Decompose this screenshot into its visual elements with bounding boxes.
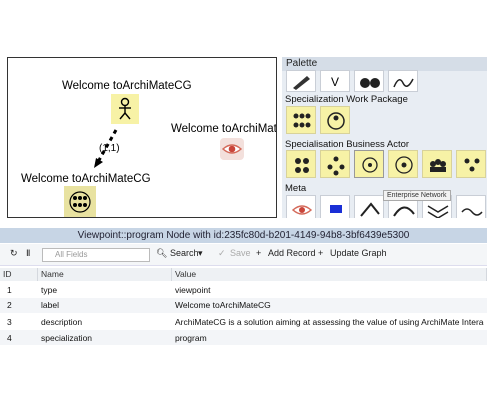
search-dropdown-icon[interactable]: ▾ — [198, 248, 203, 259]
row-name: description — [41, 317, 83, 327]
palette-section-meta: Meta — [285, 183, 307, 194]
palette-tile-meta-eye[interactable] — [286, 195, 316, 218]
circle-a-icon — [395, 156, 413, 174]
palette-tile-actor-2[interactable] — [320, 150, 350, 178]
actors-icon — [295, 158, 309, 173]
row-id: 1 — [7, 285, 12, 295]
palette-tile-meta-arrow[interactable] — [354, 195, 384, 218]
wave-icon — [461, 208, 483, 216]
eye-icon — [221, 144, 243, 154]
app-frame: Welcome toArchiMateCG (1,1) Welcome toAr… — [0, 0, 493, 407]
network-node[interactable] — [64, 186, 96, 217]
palette-tooltip: Enterprise Network — [383, 190, 451, 201]
palette-tile-binoculars[interactable] — [354, 70, 384, 92]
add-record-button[interactable]: Add Record — [268, 248, 316, 258]
search-placeholder: All Fields — [55, 250, 88, 259]
group-people-icon — [293, 113, 311, 128]
hierarchy-icon — [327, 156, 345, 176]
update-graph-button[interactable]: Update Graph — [330, 248, 387, 258]
team-icon — [327, 112, 345, 130]
row-value[interactable]: Welcome toArchiMateCG — [172, 299, 484, 312]
blue-rect-icon — [330, 205, 342, 213]
network-icon — [362, 157, 378, 173]
arrow-icon — [360, 202, 380, 217]
column-header-name[interactable]: Name — [38, 268, 172, 281]
grid-title: Viewpoint::program Node with id:235fc80d… — [0, 228, 487, 243]
palette-tile-work-package-team[interactable] — [320, 106, 350, 134]
actor-node[interactable] — [111, 94, 139, 124]
save-button[interactable]: Save — [230, 248, 251, 258]
enterprise-network-icon — [69, 191, 91, 213]
meta-eye-icon — [291, 205, 313, 215]
palette-section-business-actor: Specialisation Business Actor — [285, 139, 410, 150]
palette-tile-signature[interactable] — [388, 70, 418, 92]
save-check-icon: ✓ — [218, 248, 226, 258]
search-input[interactable]: All Fields — [42, 248, 150, 262]
palette-tile-actor-4[interactable] — [388, 150, 418, 178]
signature-icon — [393, 78, 414, 88]
column-header-value[interactable]: Value — [172, 268, 487, 281]
row-value[interactable]: viewpoint — [172, 284, 484, 297]
svg-text:V: V — [331, 75, 339, 89]
diagram-canvas[interactable]: Welcome toArchiMateCG (1,1) Welcome toAr… — [7, 57, 277, 218]
palette-tile-actor-1[interactable] — [286, 150, 316, 178]
row-value[interactable]: program — [172, 332, 484, 345]
node-title-network: Welcome toArchiMateCG — [21, 173, 151, 185]
viewpoint-node[interactable] — [220, 138, 244, 160]
team-group-icon — [464, 158, 480, 172]
palette-tile-meta-wave[interactable] — [456, 195, 486, 218]
node-title-viewpoint: Welcome toArchiMateCG — [171, 123, 277, 135]
columns-icon[interactable]: Ⅱ — [26, 248, 30, 259]
value-v-icon: V — [331, 75, 339, 89]
row-name: label — [41, 300, 59, 310]
search-button[interactable]: Search — [170, 248, 199, 258]
search-icon[interactable]: 🔍︎ — [156, 248, 167, 259]
palette-tile-actor-6[interactable] — [456, 150, 486, 178]
row-name: specialization — [41, 333, 93, 343]
refresh-icon[interactable]: ↻ — [10, 248, 18, 259]
actor-icon — [119, 97, 131, 120]
row-id: 4 — [7, 333, 12, 343]
palette-section-work-package: Specialization Work Package — [285, 94, 408, 105]
row-value[interactable]: ArchiMateCG is a solution aiming at asse… — [172, 316, 484, 329]
palette-tile-meta-rect[interactable] — [320, 195, 350, 218]
update-graph-icon: + — [318, 248, 324, 258]
palette-tile-work-package-group[interactable] — [286, 106, 316, 134]
grid-toolbar: ↻ Ⅱ All Fields 🔍︎ Search ▾ ✓ Save + Add … — [0, 244, 487, 266]
row-id: 2 — [7, 300, 12, 310]
palette-header: Palette — [282, 57, 487, 71]
row-id: 3 — [7, 317, 12, 327]
column-header-id[interactable]: ID — [0, 268, 38, 281]
palette-tile-enterprise-network[interactable] — [354, 150, 384, 178]
row-name: type — [41, 285, 58, 295]
add-record-icon: + — [256, 248, 262, 258]
palette-tile-edit[interactable] — [286, 70, 316, 92]
edge-multiplicity-label: (1,1) — [99, 143, 120, 154]
palette-tile-actor-5[interactable] — [422, 150, 452, 178]
crowd-icon — [430, 159, 446, 172]
pencil-icon — [293, 76, 310, 90]
node-title-actor: Welcome toArchiMateCG — [62, 80, 192, 92]
palette-tile-value[interactable]: V — [320, 70, 350, 92]
binoculars-icon — [360, 78, 380, 88]
